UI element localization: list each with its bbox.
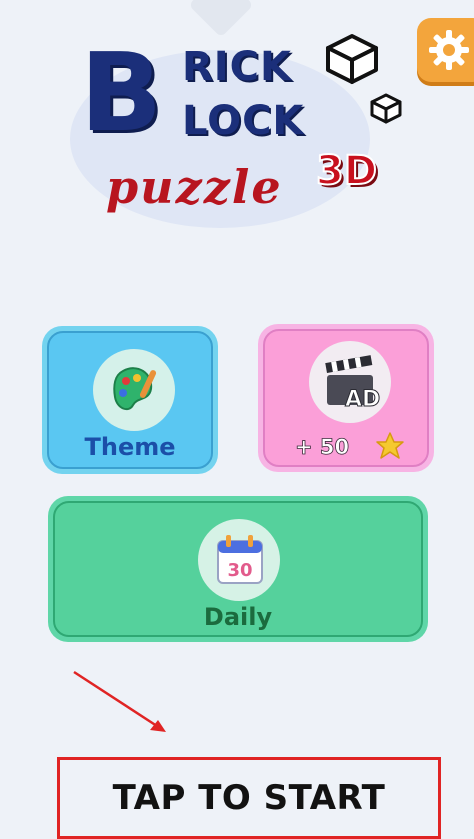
small-cube-icon bbox=[370, 93, 402, 124]
logo-word-lock: LOCK bbox=[182, 98, 305, 144]
tap-to-start-button[interactable]: TAP TO START bbox=[57, 757, 441, 839]
gear-icon bbox=[429, 30, 469, 70]
settings-button[interactable] bbox=[417, 18, 474, 82]
daily-icon-circle: 30 bbox=[198, 519, 280, 601]
logo-letter-b: B bbox=[80, 31, 163, 156]
theme-button[interactable]: Theme bbox=[42, 326, 218, 474]
daily-card-face: 30 Daily bbox=[53, 501, 423, 637]
calendar-day-number: 30 bbox=[227, 560, 252, 581]
daily-button[interactable]: 30 Daily bbox=[48, 496, 428, 642]
logo-word-rick: RICK bbox=[182, 44, 293, 90]
cube-icon bbox=[326, 34, 378, 84]
ad-reward-amount: + 50 bbox=[295, 435, 350, 460]
star-icon bbox=[376, 432, 404, 459]
logo-word-puzzle: puzzle bbox=[106, 160, 283, 214]
daily-label: Daily bbox=[203, 603, 273, 631]
calendar-icon: 30 bbox=[217, 535, 263, 584]
theme-label: Theme bbox=[84, 433, 176, 461]
ad-badge: AD bbox=[344, 387, 381, 413]
theme-icon-circle bbox=[93, 349, 175, 431]
palette-icon bbox=[113, 367, 157, 411]
theme-card-face: Theme bbox=[47, 331, 213, 469]
decorative-shape bbox=[188, 0, 254, 38]
ad-card-face: AD + 50 bbox=[263, 329, 429, 467]
tap-to-start-label: TAP TO START bbox=[112, 778, 386, 818]
watch-ad-button[interactable]: AD + 50 bbox=[258, 324, 434, 472]
logo-3d-tag: 3D bbox=[315, 147, 378, 195]
